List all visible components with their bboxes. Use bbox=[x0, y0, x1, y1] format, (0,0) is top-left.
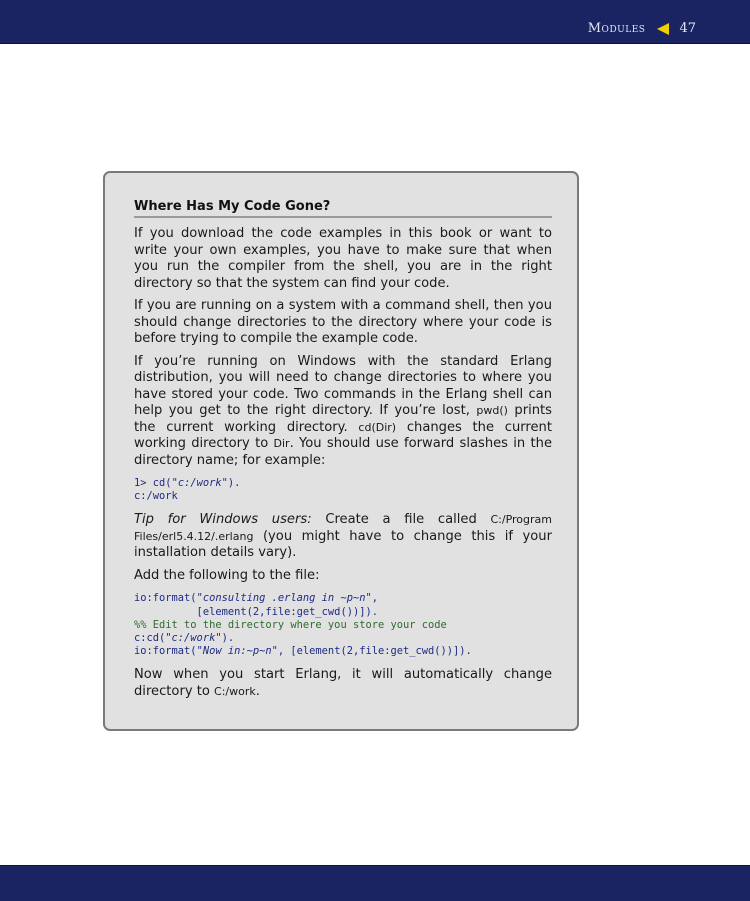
paragraph-windows: If you’re running on Windows with the st… bbox=[134, 354, 552, 470]
paragraph-start-erlang: Now when you start Erlang, it will autom… bbox=[134, 667, 552, 700]
code-fn: io:format( bbox=[134, 645, 197, 658]
inline-path: C:/work bbox=[214, 684, 256, 698]
inline-code-pwd: pwd() bbox=[476, 404, 508, 417]
code-close: ). bbox=[227, 477, 241, 489]
sidebar-title: Where Has My Code Gone? bbox=[134, 199, 552, 218]
header-bar: Modules 47 bbox=[0, 0, 750, 44]
paragraph-command-shell: If you are running on a system with a co… bbox=[134, 298, 552, 346]
code-comment: %% Edit to the directory where you store… bbox=[134, 618, 447, 631]
code-line: [element(2,file:get_cwd())]). bbox=[134, 605, 378, 618]
sidebar-box: Where Has My Code Gone? If you download … bbox=[103, 171, 579, 731]
paragraph-tip: Tip for Windows users: Create a file cal… bbox=[134, 512, 552, 562]
section-title: Modules bbox=[587, 21, 646, 36]
code-block-cd: 1> cd("c:/work"). c:/work bbox=[134, 477, 552, 503]
paragraph-add-following: Add the following to the file: bbox=[134, 567, 320, 583]
tip-label: Tip for Windows users: bbox=[134, 512, 312, 528]
code-text: , bbox=[371, 592, 378, 605]
code-text: ). bbox=[221, 632, 235, 645]
code-string: "c:/work" bbox=[171, 477, 228, 489]
text-span: . bbox=[255, 683, 260, 699]
paragraph-download-code: If you download the code examples in thi… bbox=[134, 226, 552, 291]
code-block-erlang-file: io:format("consulting .erlang in ~p~n", … bbox=[134, 592, 552, 658]
inline-code-dir: Dir bbox=[273, 437, 290, 450]
sidebar-content: Where Has My Code Gone? If you download … bbox=[134, 199, 552, 706]
text-span: Create a file called bbox=[311, 512, 491, 528]
code-text: , [element(2,file:get_cwd())]). bbox=[277, 645, 472, 658]
code-prompt: 1> bbox=[134, 477, 153, 489]
code-string: "c:/work" bbox=[165, 632, 222, 645]
text-span: Now when you start Erlang, it will autom… bbox=[134, 667, 552, 699]
running-header: Modules 47 bbox=[588, 21, 696, 36]
inline-code-cd: cd(Dir) bbox=[358, 420, 397, 434]
left-triangle-arrow-icon[interactable] bbox=[657, 22, 670, 35]
footer-bar bbox=[0, 865, 750, 901]
page-number: 47 bbox=[679, 21, 696, 36]
code-output: c:/work bbox=[134, 490, 178, 503]
code-fn: c:cd( bbox=[134, 632, 166, 645]
code-string: "Now in:~p~n" bbox=[196, 645, 278, 658]
code-fn: cd( bbox=[152, 477, 172, 489]
code-fn: io:format( bbox=[134, 592, 197, 605]
code-string: "consulting .erlang in ~p~n" bbox=[196, 592, 372, 605]
